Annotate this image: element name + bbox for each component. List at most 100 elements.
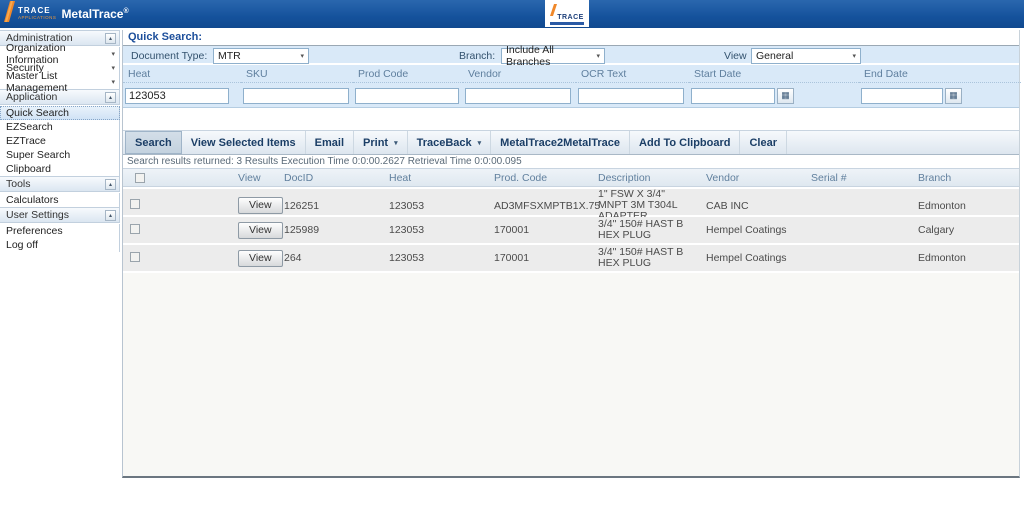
prod-code-cell: 170001 bbox=[489, 252, 593, 264]
document-type-select[interactable]: MTR ▾ bbox=[213, 48, 309, 64]
start-date-input[interactable] bbox=[691, 88, 775, 104]
start-date-label: Start Date bbox=[689, 65, 859, 83]
sidebar-item-calculators[interactable]: Calculators bbox=[0, 193, 120, 207]
trace-logo-icon bbox=[4, 1, 15, 27]
traceback-button[interactable]: TraceBack▾ bbox=[408, 131, 492, 154]
collapse-icon[interactable]: ▴ bbox=[105, 210, 116, 221]
select-all-checkbox[interactable] bbox=[135, 173, 145, 183]
document-type-label: Document Type: bbox=[131, 50, 207, 62]
chevron-down-icon: ▾ bbox=[478, 139, 482, 147]
ocr-text-label: OCR Text bbox=[576, 65, 689, 83]
view-button[interactable]: View bbox=[238, 222, 283, 239]
vendor-cell: Hempel Coatings bbox=[701, 252, 806, 264]
sidebar-item-label: EZTrace bbox=[6, 135, 46, 147]
sidebar-item-preferences[interactable]: Preferences bbox=[0, 224, 120, 238]
chevron-down-icon: ▾ bbox=[111, 78, 115, 86]
view-select[interactable]: General ▾ bbox=[751, 48, 861, 64]
docid-cell: 264 bbox=[279, 252, 384, 264]
sidebar-section-tools[interactable]: Tools ▴ bbox=[0, 176, 120, 192]
branch-cell: Edmonton bbox=[913, 200, 1021, 212]
sidebar-item-label: Super Search bbox=[6, 149, 70, 161]
filter-bar: Document Type: MTR ▾ Branch: Include All… bbox=[123, 45, 1019, 65]
sidebar-item-label: EZSearch bbox=[6, 121, 53, 133]
metaltrace2metaltrace-button[interactable]: MetalTrace2MetalTrace bbox=[491, 131, 630, 154]
branch-cell: Edmonton bbox=[913, 252, 1021, 264]
sidebar-item-label: Quick Search bbox=[6, 107, 69, 119]
branch-select[interactable]: Include All Branches ▾ bbox=[501, 48, 605, 64]
view-label: View bbox=[724, 50, 747, 62]
prod-code-cell: 170001 bbox=[489, 224, 593, 236]
col-header-description: Description bbox=[593, 172, 701, 184]
table-row[interactable]: View 125989 123053 170001 3/4" 150# HAST… bbox=[123, 217, 1019, 243]
col-header-view: View bbox=[233, 172, 279, 184]
sidebar-item-organization-information[interactable]: Organization Information ▾ bbox=[0, 47, 120, 61]
chevron-down-icon: ▾ bbox=[300, 52, 304, 60]
view-button[interactable]: View bbox=[238, 250, 283, 267]
trace-center-logo: TRACE bbox=[545, 0, 589, 27]
trace-center-bolt-icon bbox=[550, 3, 557, 21]
sidebar-section-user-settings[interactable]: User Settings ▴ bbox=[0, 207, 120, 223]
col-header-prod-code: Prod. Code bbox=[489, 172, 593, 184]
vendor-input[interactable] bbox=[465, 88, 571, 104]
docid-cell: 126251 bbox=[279, 200, 384, 212]
calendar-icon[interactable]: ▦ bbox=[777, 88, 794, 104]
sidebar-item-super-search[interactable]: Super Search bbox=[0, 148, 120, 162]
sidebar-item-log-off[interactable]: Log off bbox=[0, 238, 120, 252]
table-row[interactable]: View 264 123053 170001 3/4" 150# HAST B … bbox=[123, 245, 1019, 271]
branch-value: Include All Branches bbox=[506, 44, 590, 68]
document-type-value: MTR bbox=[218, 50, 241, 62]
email-button[interactable]: Email bbox=[306, 131, 354, 154]
col-header-vendor: Vendor bbox=[701, 172, 806, 184]
top-banner: TRACE APPLICATIONS MetalTrace® TRACE bbox=[0, 0, 1024, 28]
sku-label: SKU bbox=[241, 65, 353, 83]
row-checkbox[interactable] bbox=[130, 199, 140, 209]
sidebar-item-quick-search[interactable]: Quick Search bbox=[0, 106, 120, 120]
heat-cell: 123053 bbox=[384, 224, 489, 236]
docid-cell: 125989 bbox=[279, 224, 384, 236]
chevron-down-icon: ▾ bbox=[111, 50, 115, 58]
branch-cell: Calgary bbox=[913, 224, 1021, 236]
chevron-down-icon: ▾ bbox=[394, 139, 398, 147]
chevron-down-icon: ▾ bbox=[852, 52, 856, 60]
app-brand: TRACE APPLICATIONS MetalTrace® bbox=[4, 1, 129, 27]
row-checkbox[interactable] bbox=[130, 252, 140, 262]
view-selected-items-button[interactable]: View Selected Items bbox=[182, 131, 306, 154]
heat-label: Heat bbox=[123, 65, 241, 83]
heat-input[interactable] bbox=[125, 88, 229, 104]
search-button[interactable]: Search bbox=[125, 131, 182, 154]
add-to-clipboard-button[interactable]: Add To Clipboard bbox=[630, 131, 740, 154]
prod-code-label: Prod Code bbox=[353, 65, 463, 83]
brand-trace-text: TRACE bbox=[18, 7, 56, 15]
heat-cell: 123053 bbox=[384, 252, 489, 264]
sidebar-item-label: Log off bbox=[6, 239, 38, 251]
search-results-status: Search results returned: 3 Results Execu… bbox=[123, 155, 1019, 168]
print-button[interactable]: Print▾ bbox=[354, 131, 408, 154]
sidebar-item-master-list-management[interactable]: Master List Management ▾ bbox=[0, 75, 120, 89]
main-panel: Quick Search: Document Type: MTR ▾ Branc… bbox=[122, 30, 1020, 478]
results-table-header: View DocID Heat Prod. Code Description V… bbox=[123, 168, 1019, 187]
sidebar-item-clipboard[interactable]: Clipboard bbox=[0, 162, 120, 176]
sidebar-item-eztrace[interactable]: EZTrace bbox=[0, 134, 120, 148]
clear-button[interactable]: Clear bbox=[740, 131, 787, 154]
col-header-heat: Heat bbox=[384, 172, 489, 184]
prod-code-cell: AD3MFSXMPTB1X.75 bbox=[489, 200, 593, 212]
end-date-input[interactable] bbox=[861, 88, 943, 104]
collapse-icon[interactable]: ▴ bbox=[105, 179, 116, 190]
sidebar-item-label: Clipboard bbox=[6, 163, 51, 175]
prod-code-input[interactable] bbox=[355, 88, 459, 104]
description-cell: 3/4" 150# HAST B HEX PLUG bbox=[593, 219, 701, 241]
toolbar: Search View Selected Items Email Print▾ … bbox=[123, 130, 1019, 155]
ocr-text-input[interactable] bbox=[578, 88, 684, 104]
collapse-icon[interactable]: ▴ bbox=[105, 92, 116, 103]
calendar-icon[interactable]: ▦ bbox=[945, 88, 962, 104]
chevron-down-icon: ▾ bbox=[111, 64, 115, 72]
view-button[interactable]: View bbox=[238, 197, 283, 214]
sku-input[interactable] bbox=[243, 88, 349, 104]
view-value: General bbox=[756, 50, 793, 62]
page-title: Quick Search: bbox=[123, 30, 1019, 45]
table-row[interactable]: View 126251 123053 AD3MFSXMPTB1X.75 1" F… bbox=[123, 189, 1019, 215]
description-cell: 3/4" 150# HAST B HEX PLUG bbox=[593, 247, 701, 269]
chevron-down-icon: ▾ bbox=[596, 52, 600, 60]
row-checkbox[interactable] bbox=[130, 224, 140, 234]
sidebar-item-ezsearch[interactable]: EZSearch bbox=[0, 120, 120, 134]
